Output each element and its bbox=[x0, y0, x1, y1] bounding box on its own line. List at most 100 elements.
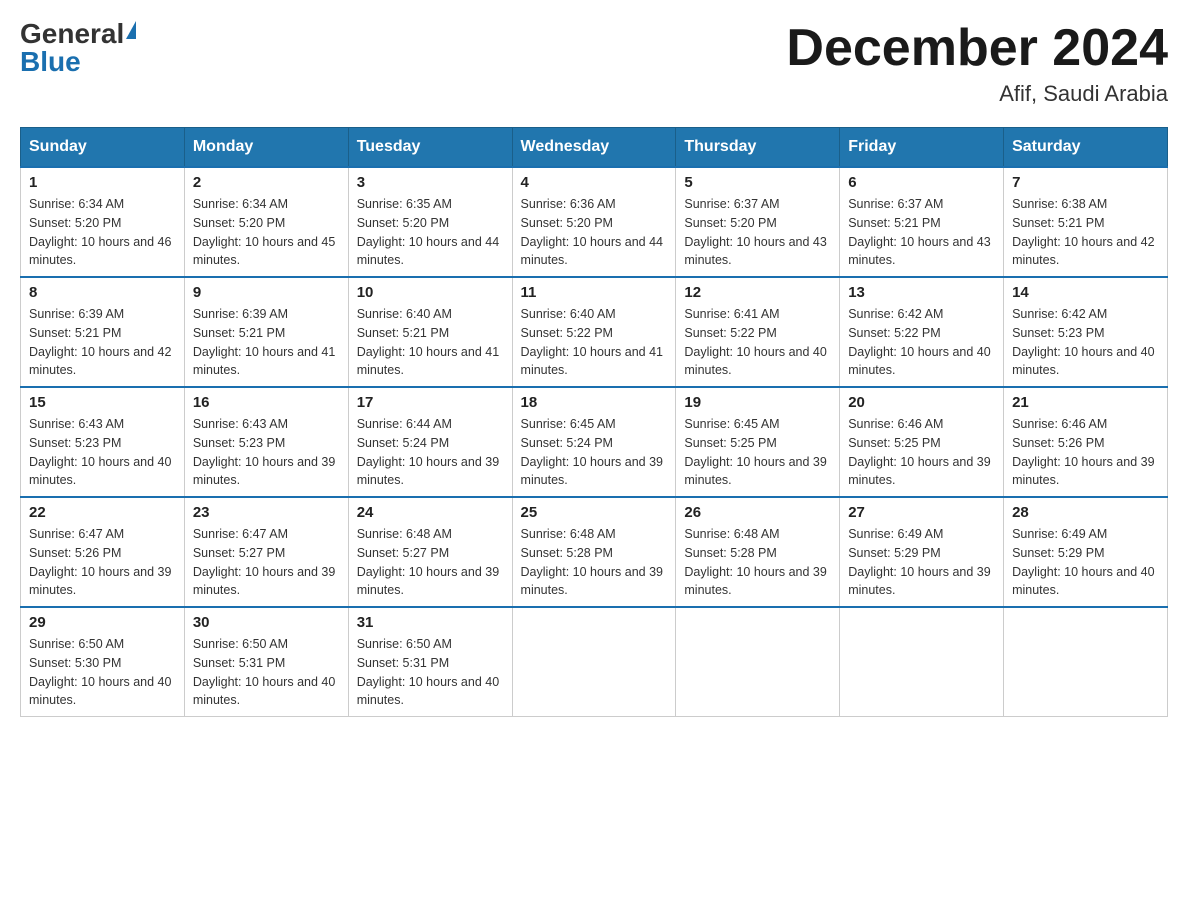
day-info: Sunrise: 6:50 AMSunset: 5:31 PMDaylight:… bbox=[193, 637, 335, 707]
location-subtitle: Afif, Saudi Arabia bbox=[786, 81, 1168, 107]
day-info: Sunrise: 6:47 AMSunset: 5:27 PMDaylight:… bbox=[193, 527, 335, 597]
calendar-cell: 19 Sunrise: 6:45 AMSunset: 5:25 PMDaylig… bbox=[676, 387, 840, 497]
day-info: Sunrise: 6:37 AMSunset: 5:20 PMDaylight:… bbox=[684, 197, 826, 267]
calendar-header-row: SundayMondayTuesdayWednesdayThursdayFrid… bbox=[21, 128, 1168, 168]
calendar-cell bbox=[676, 607, 840, 717]
calendar-cell: 3 Sunrise: 6:35 AMSunset: 5:20 PMDayligh… bbox=[348, 167, 512, 277]
calendar-cell: 18 Sunrise: 6:45 AMSunset: 5:24 PMDaylig… bbox=[512, 387, 676, 497]
day-number: 19 bbox=[684, 394, 831, 411]
calendar-cell: 5 Sunrise: 6:37 AMSunset: 5:20 PMDayligh… bbox=[676, 167, 840, 277]
day-info: Sunrise: 6:48 AMSunset: 5:28 PMDaylight:… bbox=[521, 527, 663, 597]
calendar-cell: 22 Sunrise: 6:47 AMSunset: 5:26 PMDaylig… bbox=[21, 497, 185, 607]
day-info: Sunrise: 6:42 AMSunset: 5:23 PMDaylight:… bbox=[1012, 307, 1154, 377]
day-of-week-header: Wednesday bbox=[512, 128, 676, 168]
day-info: Sunrise: 6:36 AMSunset: 5:20 PMDaylight:… bbox=[521, 197, 663, 267]
calendar-cell: 7 Sunrise: 6:38 AMSunset: 5:21 PMDayligh… bbox=[1004, 167, 1168, 277]
page-header: General Blue December 2024 Afif, Saudi A… bbox=[20, 20, 1168, 107]
calendar-cell: 31 Sunrise: 6:50 AMSunset: 5:31 PMDaylig… bbox=[348, 607, 512, 717]
day-info: Sunrise: 6:50 AMSunset: 5:30 PMDaylight:… bbox=[29, 637, 171, 707]
logo-general: General bbox=[20, 20, 124, 48]
calendar-cell: 8 Sunrise: 6:39 AMSunset: 5:21 PMDayligh… bbox=[21, 277, 185, 387]
day-number: 2 bbox=[193, 174, 340, 191]
calendar-cell bbox=[1004, 607, 1168, 717]
calendar-cell: 13 Sunrise: 6:42 AMSunset: 5:22 PMDaylig… bbox=[840, 277, 1004, 387]
day-info: Sunrise: 6:48 AMSunset: 5:28 PMDaylight:… bbox=[684, 527, 826, 597]
day-number: 28 bbox=[1012, 504, 1159, 521]
calendar-cell: 14 Sunrise: 6:42 AMSunset: 5:23 PMDaylig… bbox=[1004, 277, 1168, 387]
day-info: Sunrise: 6:35 AMSunset: 5:20 PMDaylight:… bbox=[357, 197, 499, 267]
calendar-week-row: 8 Sunrise: 6:39 AMSunset: 5:21 PMDayligh… bbox=[21, 277, 1168, 387]
day-number: 23 bbox=[193, 504, 340, 521]
calendar-cell: 12 Sunrise: 6:41 AMSunset: 5:22 PMDaylig… bbox=[676, 277, 840, 387]
calendar-cell: 4 Sunrise: 6:36 AMSunset: 5:20 PMDayligh… bbox=[512, 167, 676, 277]
calendar-cell: 25 Sunrise: 6:48 AMSunset: 5:28 PMDaylig… bbox=[512, 497, 676, 607]
day-info: Sunrise: 6:47 AMSunset: 5:26 PMDaylight:… bbox=[29, 527, 171, 597]
calendar-cell: 30 Sunrise: 6:50 AMSunset: 5:31 PMDaylig… bbox=[184, 607, 348, 717]
day-info: Sunrise: 6:39 AMSunset: 5:21 PMDaylight:… bbox=[193, 307, 335, 377]
day-info: Sunrise: 6:42 AMSunset: 5:22 PMDaylight:… bbox=[848, 307, 990, 377]
day-info: Sunrise: 6:46 AMSunset: 5:25 PMDaylight:… bbox=[848, 417, 990, 487]
day-number: 17 bbox=[357, 394, 504, 411]
day-info: Sunrise: 6:34 AMSunset: 5:20 PMDaylight:… bbox=[29, 197, 171, 267]
day-of-week-header: Tuesday bbox=[348, 128, 512, 168]
day-info: Sunrise: 6:34 AMSunset: 5:20 PMDaylight:… bbox=[193, 197, 335, 267]
calendar-cell: 27 Sunrise: 6:49 AMSunset: 5:29 PMDaylig… bbox=[840, 497, 1004, 607]
day-info: Sunrise: 6:40 AMSunset: 5:21 PMDaylight:… bbox=[357, 307, 499, 377]
day-number: 10 bbox=[357, 284, 504, 301]
day-of-week-header: Sunday bbox=[21, 128, 185, 168]
calendar-cell: 20 Sunrise: 6:46 AMSunset: 5:25 PMDaylig… bbox=[840, 387, 1004, 497]
day-number: 13 bbox=[848, 284, 995, 301]
day-info: Sunrise: 6:46 AMSunset: 5:26 PMDaylight:… bbox=[1012, 417, 1154, 487]
calendar-cell: 2 Sunrise: 6:34 AMSunset: 5:20 PMDayligh… bbox=[184, 167, 348, 277]
calendar-cell bbox=[840, 607, 1004, 717]
day-info: Sunrise: 6:38 AMSunset: 5:21 PMDaylight:… bbox=[1012, 197, 1154, 267]
calendar-cell: 10 Sunrise: 6:40 AMSunset: 5:21 PMDaylig… bbox=[348, 277, 512, 387]
day-number: 18 bbox=[521, 394, 668, 411]
day-of-week-header: Monday bbox=[184, 128, 348, 168]
day-number: 31 bbox=[357, 614, 504, 631]
day-number: 12 bbox=[684, 284, 831, 301]
calendar-week-row: 22 Sunrise: 6:47 AMSunset: 5:26 PMDaylig… bbox=[21, 497, 1168, 607]
logo: General Blue bbox=[20, 20, 136, 76]
day-number: 1 bbox=[29, 174, 176, 191]
calendar-cell: 24 Sunrise: 6:48 AMSunset: 5:27 PMDaylig… bbox=[348, 497, 512, 607]
day-of-week-header: Thursday bbox=[676, 128, 840, 168]
day-info: Sunrise: 6:45 AMSunset: 5:25 PMDaylight:… bbox=[684, 417, 826, 487]
calendar-cell: 15 Sunrise: 6:43 AMSunset: 5:23 PMDaylig… bbox=[21, 387, 185, 497]
day-info: Sunrise: 6:43 AMSunset: 5:23 PMDaylight:… bbox=[29, 417, 171, 487]
title-block: December 2024 Afif, Saudi Arabia bbox=[786, 20, 1168, 107]
calendar-cell: 29 Sunrise: 6:50 AMSunset: 5:30 PMDaylig… bbox=[21, 607, 185, 717]
day-info: Sunrise: 6:49 AMSunset: 5:29 PMDaylight:… bbox=[848, 527, 990, 597]
month-year-title: December 2024 bbox=[786, 20, 1168, 77]
logo-blue: Blue bbox=[20, 48, 81, 76]
day-number: 9 bbox=[193, 284, 340, 301]
calendar-cell: 17 Sunrise: 6:44 AMSunset: 5:24 PMDaylig… bbox=[348, 387, 512, 497]
day-number: 27 bbox=[848, 504, 995, 521]
day-of-week-header: Friday bbox=[840, 128, 1004, 168]
calendar-week-row: 1 Sunrise: 6:34 AMSunset: 5:20 PMDayligh… bbox=[21, 167, 1168, 277]
day-number: 6 bbox=[848, 174, 995, 191]
day-number: 24 bbox=[357, 504, 504, 521]
day-info: Sunrise: 6:40 AMSunset: 5:22 PMDaylight:… bbox=[521, 307, 663, 377]
day-number: 11 bbox=[521, 284, 668, 301]
day-number: 20 bbox=[848, 394, 995, 411]
day-number: 5 bbox=[684, 174, 831, 191]
day-info: Sunrise: 6:39 AMSunset: 5:21 PMDaylight:… bbox=[29, 307, 171, 377]
day-info: Sunrise: 6:49 AMSunset: 5:29 PMDaylight:… bbox=[1012, 527, 1154, 597]
day-number: 7 bbox=[1012, 174, 1159, 191]
day-number: 26 bbox=[684, 504, 831, 521]
calendar-cell bbox=[512, 607, 676, 717]
calendar-cell: 9 Sunrise: 6:39 AMSunset: 5:21 PMDayligh… bbox=[184, 277, 348, 387]
day-number: 21 bbox=[1012, 394, 1159, 411]
day-number: 8 bbox=[29, 284, 176, 301]
calendar-week-row: 29 Sunrise: 6:50 AMSunset: 5:30 PMDaylig… bbox=[21, 607, 1168, 717]
day-number: 30 bbox=[193, 614, 340, 631]
calendar-cell: 16 Sunrise: 6:43 AMSunset: 5:23 PMDaylig… bbox=[184, 387, 348, 497]
day-of-week-header: Saturday bbox=[1004, 128, 1168, 168]
logo-triangle-icon bbox=[126, 21, 136, 39]
day-number: 4 bbox=[521, 174, 668, 191]
day-info: Sunrise: 6:48 AMSunset: 5:27 PMDaylight:… bbox=[357, 527, 499, 597]
day-info: Sunrise: 6:43 AMSunset: 5:23 PMDaylight:… bbox=[193, 417, 335, 487]
calendar-cell: 21 Sunrise: 6:46 AMSunset: 5:26 PMDaylig… bbox=[1004, 387, 1168, 497]
day-number: 29 bbox=[29, 614, 176, 631]
